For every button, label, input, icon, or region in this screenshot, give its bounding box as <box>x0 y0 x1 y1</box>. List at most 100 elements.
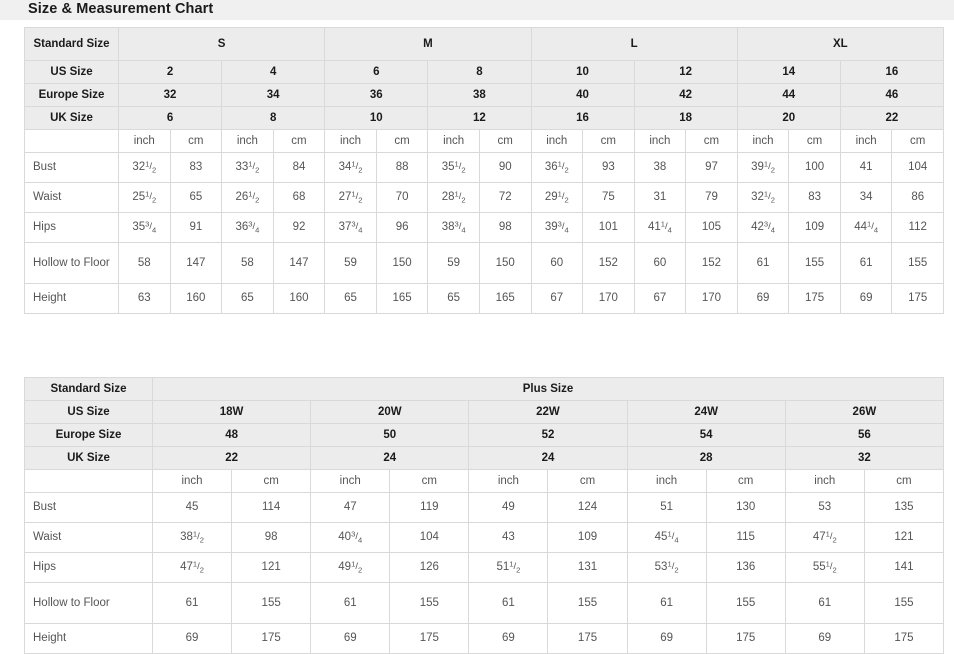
measurement-value: 100 <box>788 152 841 183</box>
measurement-value: 175 <box>863 623 945 654</box>
measurement-value: 261/2 <box>221 182 274 213</box>
measurement-value: 361/2 <box>530 152 584 183</box>
measurement-value: 441/4 <box>839 212 893 243</box>
measurement-row-label: Bust <box>24 492 153 523</box>
size-chart-page: Size & Measurement Chart Standard Size S M… <box>0 0 954 654</box>
measurement-value: 34 <box>839 182 893 213</box>
measurement-value: 119 <box>389 492 470 523</box>
plus-unit-row-spacer <box>24 469 153 493</box>
measurement-value: 67 <box>530 283 584 314</box>
plus-europe-size-value: 54 <box>626 423 786 447</box>
measurement-value: 131 <box>547 552 628 583</box>
measurement-value: 83 <box>788 182 841 213</box>
measurement-value: 381/2 <box>151 522 233 553</box>
unit-inch-label: inch <box>839 129 893 153</box>
europe-size-row: Europe Size 32 34 36 38 40 42 44 46 <box>24 83 945 107</box>
measurement-row: Hollow to Floor 61 155 61 155 61 155 61 155 61 155 <box>24 582 945 624</box>
measurement-value: 92 <box>272 212 326 243</box>
plus-uk-size-value: 22 <box>151 446 312 470</box>
measurement-value: 155 <box>705 582 786 624</box>
measurement-value: 170 <box>685 283 738 314</box>
measurement-value: 65 <box>427 283 480 314</box>
unit-row-spacer <box>24 129 119 153</box>
size-group-l: L <box>530 27 738 61</box>
measurement-value: 147 <box>169 242 223 284</box>
unit-inch-label: inch <box>736 129 790 153</box>
standard-group-header-row: Standard Size S M L XL <box>24 27 945 61</box>
measurement-value: 126 <box>389 552 470 583</box>
measurement-value: 31 <box>633 182 687 213</box>
measurement-value: 72 <box>478 182 532 213</box>
measurement-value: 511/2 <box>468 552 549 583</box>
measurement-value: 155 <box>891 242 944 284</box>
measurement-value: 321/2 <box>736 182 790 213</box>
europe-size-label: Europe Size <box>24 83 119 107</box>
measurement-value: 61 <box>468 582 549 624</box>
measurement-value: 531/2 <box>626 552 707 583</box>
unit-inch-label: inch <box>221 129 274 153</box>
plus-us-size-label: US Size <box>24 400 153 424</box>
measurement-value: 411/4 <box>633 212 687 243</box>
measurement-row-label: Hips <box>24 212 119 243</box>
plus-europe-size-value: 50 <box>310 423 470 447</box>
measurement-value: 69 <box>736 283 790 314</box>
measurement-value: 155 <box>389 582 470 624</box>
europe-size-value: 42 <box>633 83 738 107</box>
measurement-value: 251/2 <box>118 182 171 213</box>
unit-cm-label: cm <box>705 469 786 493</box>
measurement-value: 471/2 <box>784 522 865 553</box>
europe-size-value: 32 <box>117 83 223 107</box>
measurement-value: 114 <box>231 492 312 523</box>
measurement-value: 321/2 <box>118 152 171 183</box>
measurement-value: 551/2 <box>784 552 865 583</box>
us-size-value: 6 <box>324 60 429 84</box>
measurement-value: 155 <box>788 242 841 284</box>
uk-size-value: 12 <box>427 106 532 130</box>
measurement-value: 331/2 <box>221 152 274 183</box>
unit-inch-label: inch <box>324 129 377 153</box>
standard-unit-row: inch cm inch cm inch cm inch cm inch cm inch cm inch… <box>24 129 944 153</box>
plus-uk-size-value: 28 <box>626 446 786 470</box>
measurement-value: 373/4 <box>324 212 377 243</box>
measurement-value: 59 <box>324 242 377 284</box>
measurement-value: 60 <box>633 242 687 284</box>
measurement-value: 90 <box>478 152 532 183</box>
measurement-value: 109 <box>547 522 628 553</box>
measurement-row: Hollow to Floor 58 147 58 147 59 150 59 150 60 152… <box>24 242 944 284</box>
measurement-value: 165 <box>478 283 532 314</box>
unit-cm-label: cm <box>891 129 944 153</box>
measurement-row: Hips 353/4 91 363/4 92 373/4 96 383/4 98 393/4 101… <box>24 212 944 243</box>
measurement-value: 97 <box>685 152 738 183</box>
measurement-value: 152 <box>582 242 635 284</box>
plus-standard-size-header-label: Standard Size <box>24 377 153 401</box>
size-group-m: M <box>324 27 532 61</box>
standard-size-table-body: Standard Size S M L XL US Size 2 4 6 8 10 12 14 16 Eur… <box>24 27 945 314</box>
europe-size-value: 34 <box>221 83 326 107</box>
measurement-value: 104 <box>891 152 944 183</box>
uk-size-value: 8 <box>221 106 326 130</box>
measurement-value: 175 <box>705 623 786 654</box>
measurement-value: 65 <box>324 283 377 314</box>
measurement-value: 61 <box>151 582 233 624</box>
measurement-value: 175 <box>788 283 841 314</box>
measurement-value: 53 <box>784 492 865 523</box>
plus-unit-row: inch cm inch cm inch cm inch cm inch cm <box>24 469 945 493</box>
measurement-value: 130 <box>705 492 786 523</box>
measurement-value: 109 <box>788 212 841 243</box>
measurement-value: 61 <box>839 242 893 284</box>
measurement-value: 61 <box>784 582 865 624</box>
measurement-value: 58 <box>221 242 274 284</box>
us-size-value: 10 <box>530 60 635 84</box>
unit-cm-label: cm <box>375 129 429 153</box>
measurement-value: 155 <box>231 582 312 624</box>
measurement-value: 98 <box>478 212 532 243</box>
measurement-value: 91 <box>169 212 223 243</box>
measurement-value: 175 <box>547 623 628 654</box>
measurement-value: 96 <box>375 212 429 243</box>
size-group-xl: XL <box>736 27 945 61</box>
size-group-s: S <box>117 27 326 61</box>
measurement-value: 70 <box>375 182 429 213</box>
measurement-value: 93 <box>582 152 635 183</box>
measurement-value: 101 <box>582 212 635 243</box>
measurement-value: 175 <box>231 623 312 654</box>
